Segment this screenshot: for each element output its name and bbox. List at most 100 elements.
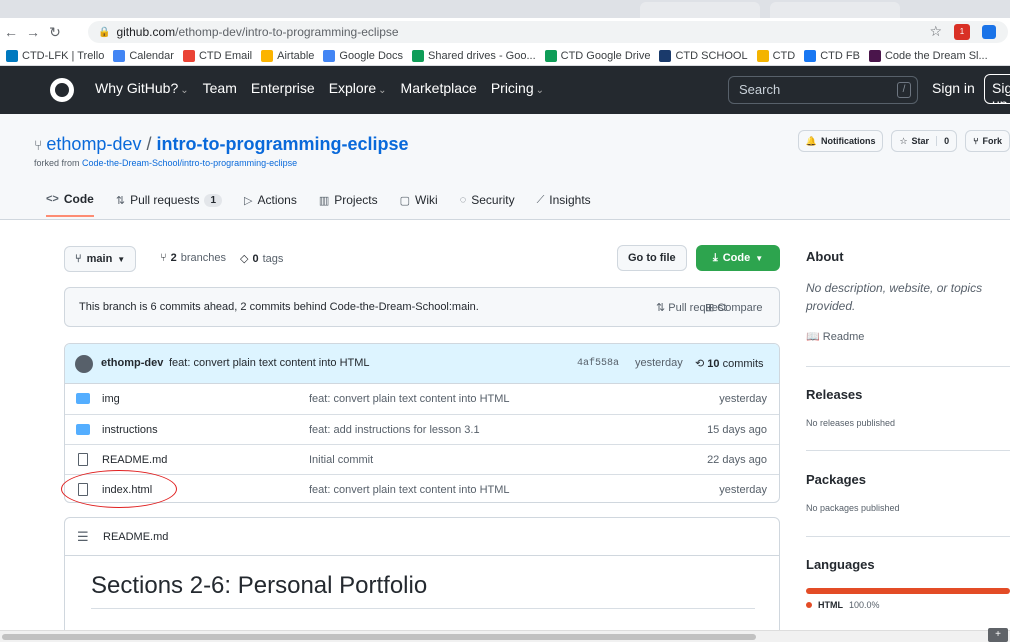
branches-count: 2: [170, 252, 177, 264]
go-to-file-button[interactable]: Go to file: [617, 245, 687, 271]
pull-request-icon: ⇅: [656, 302, 666, 314]
scrollbar-thumb[interactable]: [2, 634, 756, 640]
github-nav-item[interactable]: Marketplace: [401, 80, 477, 96]
bookmark-item[interactable]: Code the Dream Sl...: [868, 49, 988, 62]
avatar[interactable]: [75, 355, 93, 373]
github-logo-icon[interactable]: [50, 78, 74, 102]
language-item[interactable]: HTML 100.0%: [806, 600, 880, 610]
bookmark-item[interactable]: Shared drives - Goo...: [412, 49, 536, 62]
divider: [806, 536, 1010, 537]
tab-insights[interactable]: ⟋ Insights: [537, 192, 591, 217]
bookmark-star-icon[interactable]: ☆: [929, 23, 942, 40]
releases-title[interactable]: Releases: [806, 387, 862, 402]
branches-link[interactable]: ⑂ 2 branches: [160, 252, 226, 264]
sign-in-link[interactable]: Sign in: [932, 80, 975, 96]
branch-select-button[interactable]: ⑂ main ▼: [64, 246, 137, 272]
expand-icon[interactable]: +: [988, 628, 1008, 642]
repo-actions: 🔔 Notifications ☆ Star 0 ⑂ Fork: [797, 130, 1010, 152]
compare-label: Compare: [717, 302, 763, 314]
search-input[interactable]: Search /: [728, 76, 918, 104]
tags-link[interactable]: ◇ 0 tags: [240, 252, 283, 266]
list-icon[interactable]: ☰: [77, 529, 89, 545]
github-nav-label: Explore: [328, 80, 377, 96]
commit-author[interactable]: ethomp-dev: [101, 357, 163, 369]
about-description: No description, website, or topics provi…: [806, 281, 983, 313]
github-nav-item[interactable]: Why GitHub? ⌄: [95, 80, 189, 96]
compare-link[interactable]: ⊞ Compare: [705, 301, 763, 314]
file-name-link[interactable]: instructions: [102, 424, 158, 436]
bookmark-item[interactable]: CTD Google Drive: [544, 49, 650, 62]
file-commit-message[interactable]: feat: add instructions for lesson 3.1: [309, 424, 480, 436]
bookmark-favicon-icon: [756, 49, 769, 62]
file-commit-message[interactable]: feat: convert plain text content into HT…: [309, 484, 510, 496]
repo-owner-link[interactable]: ethomp-dev: [46, 134, 141, 154]
commits-link[interactable]: ⟲ 10 commits: [695, 357, 764, 370]
github-nav-label: Marketplace: [400, 80, 477, 96]
tab-actions[interactable]: ▷ Actions: [244, 192, 297, 217]
bookmark-item[interactable]: Airtable: [261, 49, 315, 62]
browser-tab[interactable]: [770, 2, 900, 18]
github-nav-item[interactable]: Pricing ⌄: [491, 80, 544, 96]
tab-wiki[interactable]: ▢ Wiki: [400, 192, 438, 217]
chevron-down-icon: ⌄: [535, 85, 544, 96]
branch-status-box: This branch is 6 commits ahead, 2 commit…: [64, 287, 780, 327]
bookmark-item[interactable]: CTD-LFK | Trello: [6, 49, 104, 62]
extension-icon[interactable]: 1: [954, 23, 970, 40]
languages-title: Languages: [806, 557, 875, 572]
chevron-down-icon: ⌄: [180, 85, 189, 96]
file-commit-message[interactable]: feat: convert plain text content into HT…: [309, 393, 510, 405]
bookmark-favicon-icon: [412, 49, 425, 62]
commit-message[interactable]: feat: convert plain text content into HT…: [169, 357, 370, 369]
code-download-button[interactable]: ⤓ Code ▼: [696, 245, 780, 271]
commit-sha[interactable]: 4af558a: [577, 358, 619, 369]
repo-name-link[interactable]: intro-to-programming-eclipse: [156, 134, 408, 154]
star-button[interactable]: ☆ Star 0: [891, 130, 958, 152]
back-icon[interactable]: ←: [0, 24, 22, 40]
packages-title[interactable]: Packages: [806, 472, 866, 487]
history-icon: ⟲: [695, 358, 705, 370]
bookmark-favicon-icon: [544, 49, 557, 62]
table-row[interactable]: img feat: convert plain text content into…: [65, 384, 779, 414]
tab-projects[interactable]: ▥ Projects: [319, 192, 378, 217]
forked-from-link[interactable]: Code-the-Dream-School/intro-to-programmi…: [82, 158, 297, 168]
tab-security[interactable]: ◌ Security: [460, 192, 515, 217]
bookmark-item[interactable]: Google Docs: [323, 49, 403, 62]
divider: [806, 366, 1010, 367]
bookmark-item[interactable]: CTD FB: [804, 49, 860, 62]
bookmark-label: Airtable: [277, 49, 315, 62]
file-name-link[interactable]: img: [102, 393, 120, 405]
tab-label: Code: [63, 192, 94, 206]
bookmarks-bar: CTD-LFK | Trello Calendar CTD Email Airtabl…: [0, 46, 1010, 66]
file-list: ethomp-dev feat: convert plain text cont…: [64, 343, 780, 503]
table-row[interactable]: README.md Initial commit 22 days ago: [65, 444, 779, 474]
tab-pull-requests[interactable]: ⇅ Pull requests 1: [116, 192, 223, 217]
reload-icon[interactable]: ↻: [44, 24, 66, 41]
lock-icon[interactable]: 🔒: [98, 27, 110, 38]
bookmark-item[interactable]: CTD: [756, 49, 795, 62]
table-row[interactable]: instructions feat: add instructions for l…: [65, 414, 779, 444]
horizontal-scrollbar[interactable]: [0, 630, 1010, 642]
bookmark-item[interactable]: CTD SCHOOL: [659, 49, 748, 62]
fork-button[interactable]: ⑂ Fork: [965, 130, 1010, 152]
browser-tab[interactable]: [640, 2, 760, 18]
tab-code[interactable]: <> Code: [46, 192, 94, 217]
github-nav-item[interactable]: Explore ⌄: [329, 80, 387, 96]
sign-up-button[interactable]: Sign up: [984, 74, 1010, 104]
readme-link[interactable]: 📖 Readme: [806, 330, 864, 343]
bookmark-item[interactable]: Calendar: [113, 49, 174, 62]
github-nav-item[interactable]: Team: [203, 80, 237, 96]
bookmark-item[interactable]: CTD Email: [182, 49, 252, 62]
highlight-circle-annotation: [61, 470, 177, 508]
notifications-button[interactable]: 🔔 Notifications: [797, 130, 884, 152]
folder-icon: [76, 424, 90, 435]
file-commit-message[interactable]: Initial commit: [309, 454, 373, 466]
tab-icon: <>: [46, 193, 59, 205]
fork-icon: ⑂: [973, 136, 979, 146]
github-nav-item[interactable]: Enterprise: [251, 80, 315, 96]
file-name-link[interactable]: README.md: [102, 454, 167, 466]
extension-icon[interactable]: [982, 24, 996, 39]
url-bar[interactable]: 🔒 github.com/ethomp-dev/intro-to-program…: [88, 21, 1008, 43]
about-title: About: [806, 249, 844, 264]
folder-icon: [76, 393, 90, 404]
forward-icon[interactable]: →: [22, 24, 44, 40]
